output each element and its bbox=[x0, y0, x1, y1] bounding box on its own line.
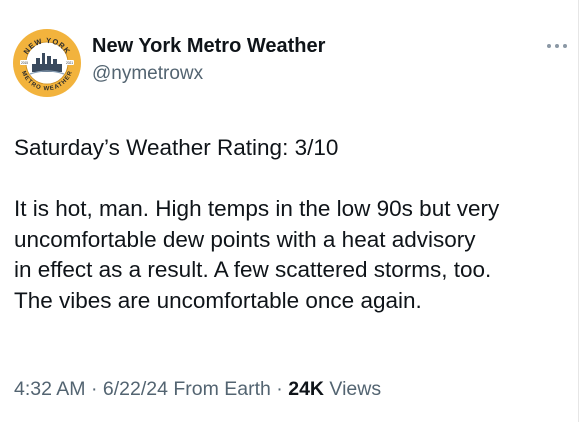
tweet-text: Saturday’s Weather Rating: 3/10 It is ho… bbox=[14, 133, 574, 316]
tweet-rating-line: Saturday’s Weather Rating: 3/10 bbox=[14, 135, 339, 160]
avatar-logo: 2015 2021 NEW YORK METRO WEATHER bbox=[13, 29, 81, 97]
more-horizontal-icon[interactable] bbox=[545, 38, 571, 54]
tweet-time[interactable]: 4:32 AM bbox=[14, 378, 86, 400]
meta-separator: · bbox=[270, 378, 289, 400]
views-label: Views bbox=[324, 378, 382, 400]
tweet-card: 2015 2021 NEW YORK METRO WEATHER New Yor… bbox=[0, 0, 585, 422]
author-display-name[interactable]: New York Metro Weather bbox=[92, 33, 325, 59]
more-dot bbox=[547, 44, 551, 48]
tweet-date[interactable]: 6/22/24 bbox=[103, 378, 168, 400]
meta-separator: · bbox=[85, 378, 103, 400]
more-dot bbox=[563, 44, 567, 48]
author-block: New York Metro Weather @nymetrowx bbox=[92, 33, 325, 87]
author-handle[interactable]: @nymetrowx bbox=[92, 61, 325, 87]
tweet-body: It is hot, man. High temps in the low 90… bbox=[14, 196, 500, 313]
views-count[interactable]: 24K bbox=[288, 378, 324, 400]
divider bbox=[578, 0, 579, 422]
avatar-year-left: 2015 bbox=[21, 61, 28, 65]
more-dot bbox=[555, 44, 559, 48]
avatar[interactable]: 2015 2021 NEW YORK METRO WEATHER bbox=[12, 28, 82, 98]
avatar-year-right: 2021 bbox=[66, 61, 73, 65]
tweet-meta: 4:32 AM · 6/22/24 From Earth · 24K Views bbox=[14, 378, 381, 401]
tweet-source: From Earth bbox=[167, 378, 271, 400]
